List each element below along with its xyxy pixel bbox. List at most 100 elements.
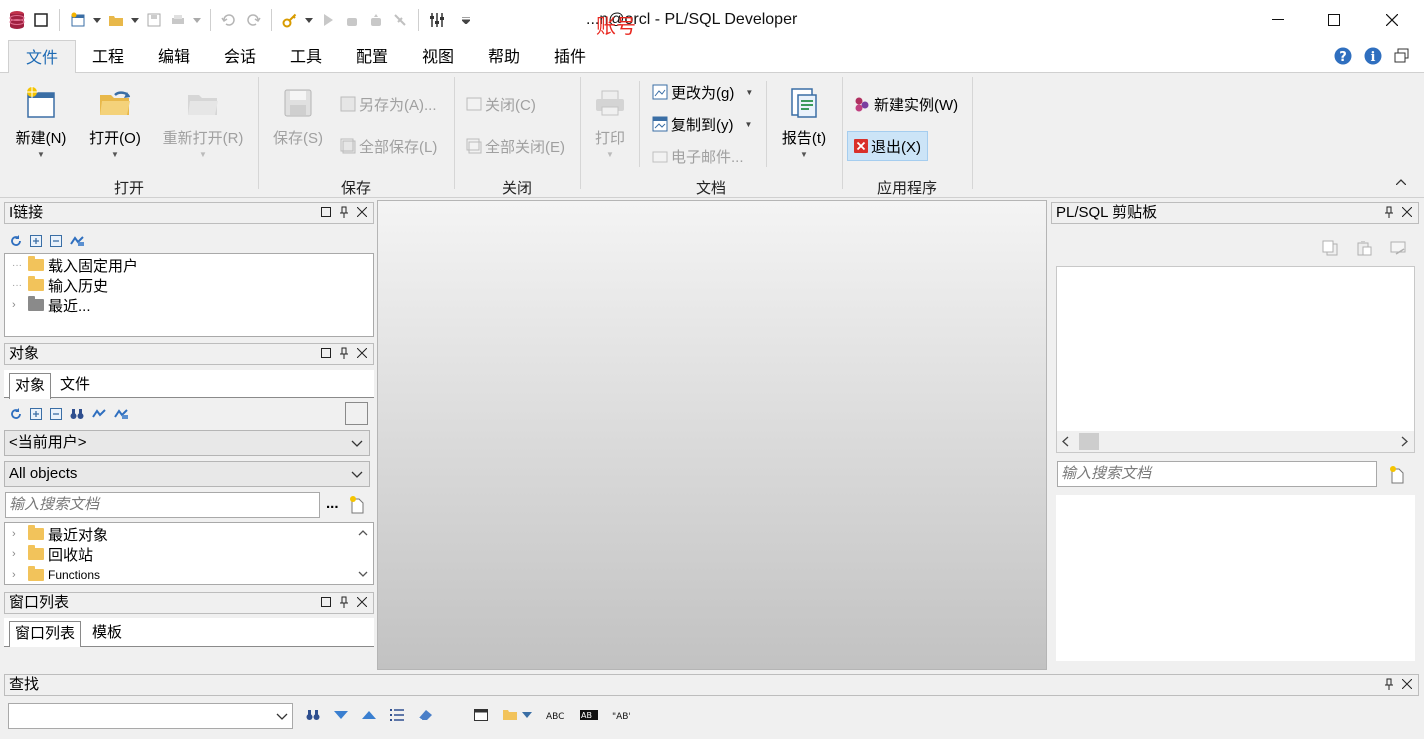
maximize-button[interactable] (1305, 0, 1363, 40)
float-icon[interactable] (321, 207, 331, 217)
close-icon[interactable] (1402, 207, 1412, 217)
clipboard-list[interactable] (1056, 266, 1415, 453)
redo-icon[interactable] (242, 9, 264, 31)
filter-icon[interactable] (92, 408, 106, 420)
refresh-icon[interactable] (10, 235, 22, 247)
tab-help[interactable]: 帮助 (481, 46, 527, 73)
tree-item[interactable]: ··· 载入固定用户 (12, 255, 138, 275)
send-to-editor-icon[interactable] (1390, 240, 1408, 256)
save-button[interactable]: 保存(S) (268, 85, 328, 148)
exit-button[interactable]: 退出(X) (847, 131, 928, 161)
whole-word-icon[interactable]: AB (580, 709, 598, 720)
chevron-down-icon[interactable] (129, 9, 141, 31)
close-button[interactable] (1363, 0, 1421, 40)
copy-to-button[interactable]: 复制到(y) ▼ (652, 113, 752, 135)
commit-icon[interactable] (341, 9, 363, 31)
tab-templates[interactable]: 模板 (87, 621, 127, 647)
chevron-down-icon[interactable]: ▼ (745, 88, 753, 97)
float-icon[interactable] (321, 348, 331, 358)
close-icon[interactable] (357, 348, 367, 358)
execute-icon[interactable] (317, 9, 339, 31)
expand-icon[interactable] (30, 235, 42, 247)
new-icon[interactable] (67, 9, 89, 31)
more-button[interactable]: ... (326, 495, 339, 512)
pin-icon[interactable] (339, 206, 349, 218)
info-icon[interactable]: i (1364, 47, 1382, 65)
tree-item[interactable]: › Functions (12, 565, 100, 585)
collapse-icon[interactable] (50, 235, 62, 247)
collapse-ribbon-icon[interactable] (1396, 179, 1406, 185)
change-to-button[interactable]: 更改为(g) ▼ (652, 81, 753, 103)
email-button[interactable]: 电子邮件... (652, 145, 744, 167)
tab-session[interactable]: 会话 (217, 46, 263, 73)
tree-item[interactable]: › 回收站 (12, 544, 93, 564)
document-area[interactable] (377, 200, 1047, 670)
tab-files[interactable]: 文件 (55, 373, 95, 399)
scroll-left-icon[interactable] (1062, 436, 1069, 447)
chevron-down-icon[interactable] (191, 9, 203, 31)
print-button[interactable]: 打印 ▼ (588, 85, 632, 159)
copy-icon[interactable] (1322, 240, 1338, 256)
restore-window-icon[interactable] (1394, 48, 1410, 64)
binoculars-icon[interactable] (70, 408, 84, 420)
user-combo[interactable]: <当前用户> (4, 430, 370, 456)
new-instance-button[interactable]: 新建实例(W) (853, 93, 958, 115)
find-next-icon[interactable] (334, 710, 348, 720)
regex-icon[interactable]: "AB" (612, 710, 630, 720)
close-all-button[interactable]: 全部关闭(E) (466, 135, 565, 157)
pin-icon[interactable] (339, 596, 349, 608)
minimize-button[interactable] (1249, 0, 1307, 40)
find-previous-icon[interactable] (362, 710, 376, 720)
report-button[interactable]: 报告(t) ▼ (776, 85, 832, 159)
eraser-icon[interactable] (418, 709, 434, 721)
float-icon[interactable] (321, 597, 331, 607)
connect-icon[interactable] (114, 408, 128, 420)
undo-icon[interactable] (218, 9, 240, 31)
list-icon[interactable] (390, 708, 404, 721)
collapse-icon[interactable] (50, 408, 62, 420)
object-tree-scrollbar[interactable] (354, 523, 372, 584)
chevron-down-icon[interactable]: ▼ (745, 120, 753, 129)
open-icon[interactable] (105, 9, 127, 31)
rollback-icon[interactable] (365, 9, 387, 31)
save-as-button[interactable]: 另存为(A)... (340, 93, 437, 115)
tab-edit[interactable]: 编辑 (151, 46, 197, 73)
pin-icon[interactable] (1384, 206, 1394, 218)
expander-icon[interactable]: › (12, 548, 24, 560)
tab-view[interactable]: 视图 (415, 46, 461, 73)
expander-icon[interactable]: › (12, 299, 24, 311)
save-icon[interactable] (143, 9, 165, 31)
tab-file[interactable]: 文件 (8, 40, 76, 74)
scroll-thumb[interactable] (1079, 433, 1099, 450)
close-doc-button[interactable]: 关闭(C) (466, 93, 536, 115)
connect-icon[interactable] (70, 235, 84, 247)
folder-icon[interactable] (502, 708, 518, 721)
tab-tools[interactable]: 工具 (283, 46, 329, 73)
print-icon[interactable] (167, 9, 189, 31)
chevron-down-icon[interactable] (276, 708, 288, 724)
find-input[interactable] (8, 703, 293, 729)
key-icon[interactable] (279, 9, 301, 31)
open-button[interactable]: 打开(O) ▼ (84, 85, 146, 159)
close-icon[interactable] (357, 207, 367, 217)
window-scope-icon[interactable] (474, 708, 488, 721)
binoculars-icon[interactable] (306, 709, 320, 721)
break-icon[interactable] (389, 9, 411, 31)
color-swatch-button[interactable] (345, 402, 368, 425)
customize-chevron-icon[interactable] (460, 9, 472, 31)
tab-project[interactable]: 工程 (85, 46, 131, 73)
database-icon[interactable] (6, 9, 28, 31)
clipboard-search-input[interactable]: 输入搜索文档 (1057, 461, 1377, 487)
match-case-icon[interactable]: ABC (546, 710, 566, 720)
chevron-down-icon[interactable] (303, 9, 315, 31)
scroll-right-icon[interactable] (1401, 436, 1408, 447)
close-icon[interactable] (1402, 679, 1412, 689)
clipboard-hscrollbar[interactable] (1057, 431, 1414, 452)
refresh-icon[interactable] (10, 408, 22, 420)
sliders-icon[interactable] (426, 9, 448, 31)
window-icon[interactable] (30, 9, 52, 31)
pin-icon[interactable] (1384, 678, 1394, 690)
save-all-button[interactable]: 全部保存(L) (340, 135, 437, 157)
paste-icon[interactable] (1356, 240, 1372, 256)
tab-config[interactable]: 配置 (349, 46, 395, 73)
